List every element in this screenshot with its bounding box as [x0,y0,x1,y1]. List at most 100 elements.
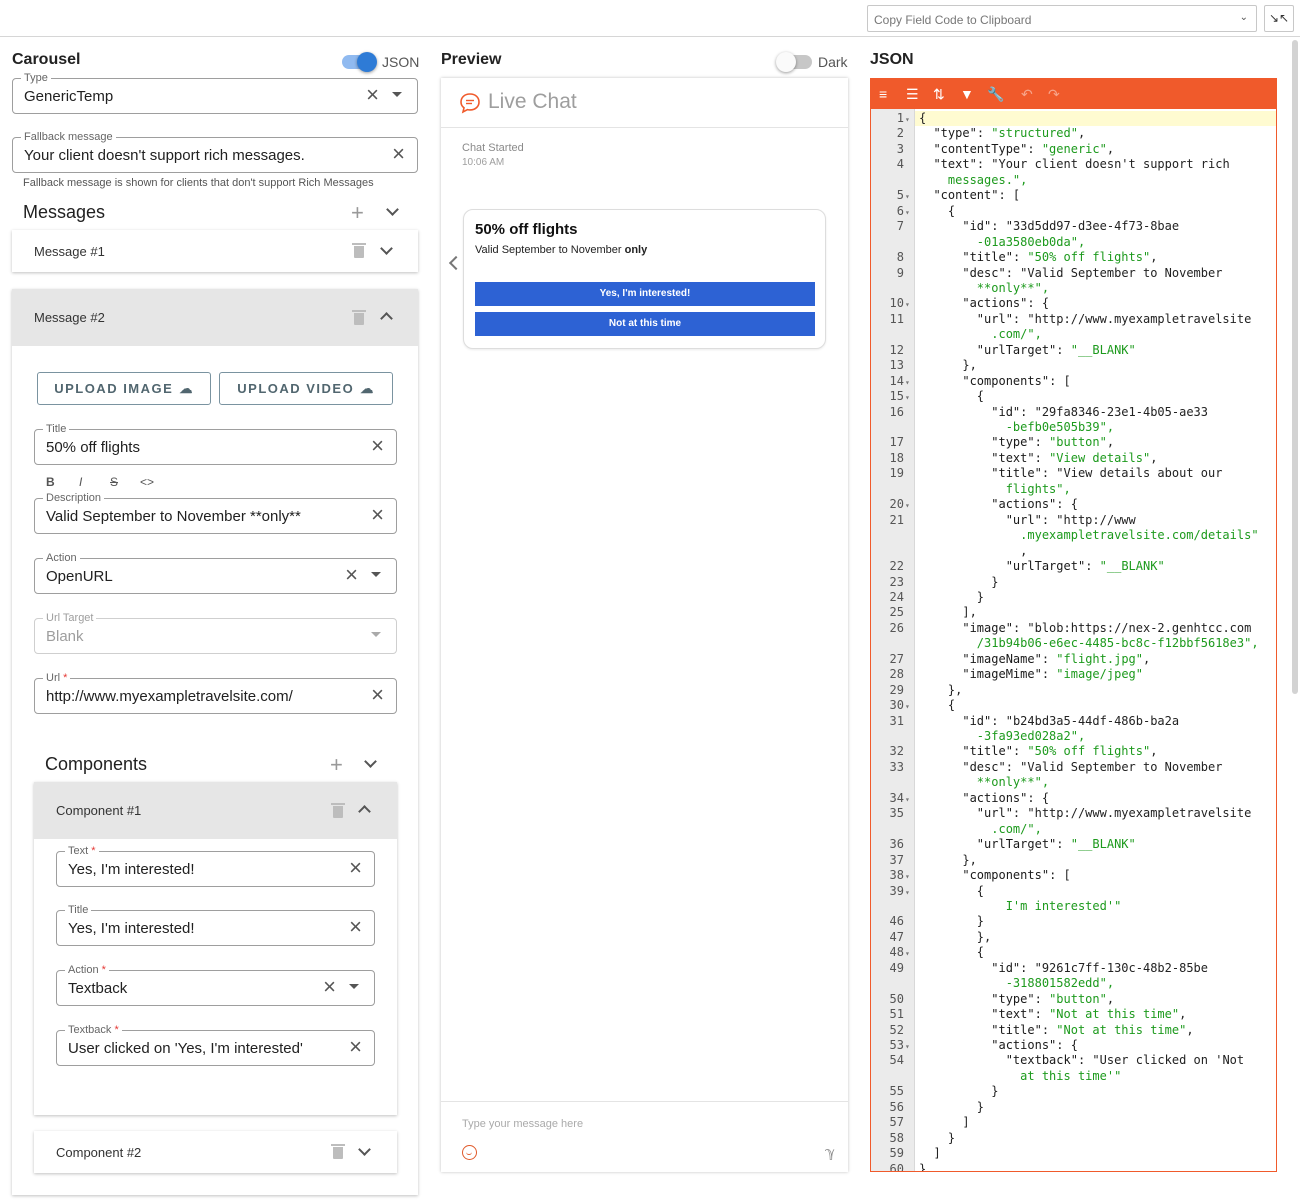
json-line[interactable]: 28 "imageMime": "image/jpeg" [871,667,1276,682]
json-line[interactable]: 55 } [871,1084,1276,1099]
trash-icon[interactable] [331,803,345,818]
fold-toggle-icon[interactable]: ▾ [905,699,910,714]
json-line[interactable]: 31 "id": "b24bd3a5-44df-486b-ba2a [871,714,1276,729]
fold-toggle-icon[interactable]: ▾ [905,390,910,405]
json-line[interactable]: at this time'" [871,1069,1276,1084]
json-line[interactable]: **only**", [871,775,1276,790]
json-line[interactable]: 58 } [871,1131,1276,1146]
url-field[interactable]: Url * http://www.myexampletravelsite.com… [34,671,397,714]
json-line[interactable]: 35 "url": "http://www.myexampletravelsit… [871,806,1276,821]
textback-field[interactable]: Textback * User clicked on 'Yes, I'm int… [56,1023,375,1066]
bold-button[interactable]: B [46,475,55,489]
json-line[interactable]: 12 "urlTarget": "__BLANK" [871,343,1276,358]
json-line[interactable]: 20 ▾ "actions": { [871,497,1276,512]
clear-icon[interactable]: × [371,435,384,457]
clear-icon[interactable]: × [349,916,362,938]
json-line[interactable]: 13 }, [871,358,1276,373]
message-2-header[interactable]: Message #2 [12,289,418,346]
json-line[interactable]: **only**", [871,281,1276,296]
json-line[interactable]: 10 ▾ "actions": { [871,296,1276,311]
json-line[interactable]: 26 "image": "blob:https://nex-2.genhtcc.… [871,621,1276,636]
json-line[interactable]: , [871,544,1276,559]
trash-icon[interactable] [331,1144,345,1159]
json-line[interactable]: 15 ▾ { [871,389,1276,404]
description-field[interactable]: Description Valid September to November … [34,491,397,534]
json-line[interactable]: 54 "textback": "User clicked on 'Not [871,1053,1276,1068]
json-line[interactable]: 60} [871,1162,1276,1171]
type-select[interactable]: Type GenericTemp × [12,71,418,114]
json-line[interactable]: 21 "url": "http://www [871,513,1276,528]
json-line[interactable]: .com/", [871,822,1276,837]
json-line[interactable]: 36 "urlTarget": "__BLANK" [871,837,1276,852]
json-line[interactable]: 18 "text": "View details", [871,451,1276,466]
json-line[interactable]: 53 ▾ "actions": { [871,1038,1276,1053]
strikethrough-button[interactable]: S [110,475,118,489]
json-line[interactable]: 7 "id": "33d5dd97-d3ee-4f73-8bae [871,219,1276,234]
json-line[interactable]: 25 ], [871,605,1276,620]
json-line[interactable]: 8 "title": "50% off flights", [871,250,1276,265]
chevron-up-icon[interactable] [358,805,371,818]
filter-icon[interactable]: ▼ [960,86,974,102]
clear-icon[interactable]: × [323,976,336,998]
format-json-icon[interactable]: ≡ [879,86,887,102]
json-line[interactable]: 38 ▾ "components": [ [871,868,1276,883]
chevron-down-icon[interactable] [358,1143,371,1156]
component-title-field[interactable]: Title Yes, I'm interested! × [56,903,375,946]
fold-toggle-icon[interactable]: ▾ [905,297,910,312]
json-line[interactable]: 2 "type": "structured", [871,126,1276,141]
json-line[interactable]: 48 ▾ { [871,945,1276,960]
component-action-select[interactable]: Action * Textback × [56,963,375,1006]
json-line[interactable]: 23 } [871,575,1276,590]
clear-icon[interactable]: × [371,684,384,706]
add-message-icon[interactable]: + [351,202,364,224]
carousel-prev-icon[interactable] [448,255,464,271]
json-line[interactable]: 17 "type": "button", [871,435,1276,450]
trash-icon[interactable] [352,243,366,258]
chevron-down-icon[interactable] [386,203,399,216]
json-line[interactable]: 19 "title": "View details about our [871,466,1276,481]
clear-icon[interactable]: × [349,857,362,879]
action-select[interactable]: Action OpenURL × [34,551,397,594]
italic-button[interactable]: I [79,475,82,489]
upload-video-button[interactable]: UPLOAD VIDEO ☁ [219,372,393,405]
undo-icon[interactable]: ↶ [1021,86,1033,103]
fold-toggle-icon[interactable]: ▾ [905,792,910,807]
json-line[interactable]: 24 } [871,590,1276,605]
json-line[interactable]: 5 ▾ "content": [ [871,188,1276,203]
component-2-card[interactable]: Component #2 [34,1131,397,1173]
json-line[interactable]: 46 } [871,914,1276,929]
json-line[interactable]: 29 }, [871,683,1276,698]
json-line[interactable]: -318801582edd", [871,976,1276,991]
interested-button[interactable]: Yes, I'm interested! [475,282,815,306]
json-line[interactable]: I'm interested'" [871,899,1276,914]
repair-wrench-icon[interactable]: 🔧 [987,86,1004,103]
json-line[interactable]: 22 "urlTarget": "__BLANK" [871,559,1276,574]
json-line[interactable]: 16 "id": "29fa8346-23e1-4b05-ae33 [871,405,1276,420]
sort-icon[interactable]: ⇅ [933,86,945,103]
fallback-message-field[interactable]: Fallback message Your client doesn't sup… [12,130,418,173]
json-line[interactable]: .com/", [871,327,1276,342]
chevron-up-icon[interactable] [380,312,393,325]
json-line[interactable]: 3 "contentType": "generic", [871,142,1276,157]
json-line[interactable]: 47 }, [871,930,1276,945]
json-line[interactable]: 51 "text": "Not at this time", [871,1007,1276,1022]
dark-toggle[interactable] [776,52,812,72]
clear-icon[interactable]: × [371,504,384,526]
message-title-field[interactable]: Title 50% off flights × [34,422,397,465]
json-line[interactable]: 1 ▾ { [871,111,1276,126]
json-line[interactable]: 14 ▾ "components": [ [871,374,1276,389]
emoji-icon[interactable] [462,1145,477,1160]
json-line[interactable]: 59 ] [871,1146,1276,1161]
redo-icon[interactable]: ↷ [1048,86,1060,103]
compact-json-icon[interactable]: ☰ [906,86,919,103]
clear-icon[interactable]: × [366,84,379,106]
json-line[interactable]: 32 "title": "50% off flights", [871,744,1276,759]
copy-field-code-select[interactable]: Copy Field Code to Clipboard ⌄ [867,5,1257,32]
json-line[interactable]: 52 "title": "Not at this time", [871,1023,1276,1038]
url-target-select[interactable]: Url Target Blank [34,611,397,654]
json-line[interactable]: 39 ▾ { [871,884,1276,899]
fold-toggle-icon[interactable]: ▾ [905,946,910,961]
dropdown-arrow-icon[interactable] [349,984,359,989]
json-line[interactable]: 27 "imageName": "flight.jpg", [871,652,1276,667]
minimize-button[interactable]: ↘↖ [1264,5,1294,32]
